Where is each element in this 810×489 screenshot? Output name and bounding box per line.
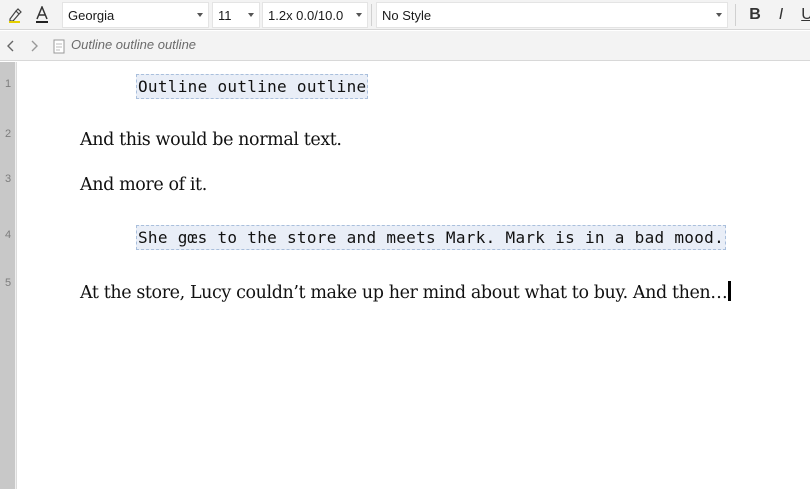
paragraph-text: At the store, Lucy couldn’t make up her …	[80, 283, 728, 303]
outline-line[interactable]: Outline outline outline	[136, 74, 369, 99]
toolbar-divider	[735, 4, 736, 26]
line-number: 3	[5, 173, 12, 185]
formatting-toolbar: Georgia 11 1.2x 0.0/10.0 No Style B I U	[0, 0, 810, 30]
outline-text: Outline outline outline	[138, 77, 367, 96]
paragraph[interactable]: And more of it.	[80, 175, 207, 195]
chevron-right-icon[interactable]	[25, 36, 43, 56]
outline-line[interactable]: She gœs to the store and meets Mark. Mar…	[136, 225, 727, 250]
line-number-gutter: 1 2 3 4 5	[0, 62, 17, 489]
line-spacing-select[interactable]: 1.2x 0.0/10.0	[262, 2, 368, 28]
chevron-left-icon[interactable]	[2, 36, 20, 56]
text-color-icon[interactable]	[29, 3, 55, 27]
highlighter-icon[interactable]	[2, 3, 28, 27]
chevron-down-icon	[351, 13, 367, 17]
breadcrumb[interactable]: Outline outline outline	[71, 37, 196, 52]
line-number: 2	[5, 128, 12, 140]
chevron-down-icon	[243, 13, 259, 17]
line-number: 4	[5, 229, 12, 241]
underline-button[interactable]: U	[796, 4, 810, 26]
line-spacing-value: 1.2x 0.0/10.0	[268, 7, 344, 23]
document-icon	[50, 36, 68, 56]
line-number: 5	[5, 277, 12, 289]
font-size-value: 11	[218, 7, 232, 23]
bold-button[interactable]: B	[744, 4, 766, 26]
chevron-down-icon	[711, 13, 727, 17]
gutter-track	[0, 62, 15, 489]
paragraph-style-select[interactable]: No Style	[376, 2, 728, 28]
chevron-down-icon	[192, 13, 208, 17]
italic-button[interactable]: I	[770, 4, 792, 26]
font-family-value: Georgia	[68, 7, 115, 23]
paragraph-style-value: No Style	[382, 7, 432, 23]
paragraph[interactable]: And this would be normal text.	[80, 130, 342, 150]
font-size-select[interactable]: 11	[212, 2, 260, 28]
paragraph[interactable]: At the store, Lucy couldn’t make up her …	[80, 281, 732, 303]
text-editor[interactable]: Outline outline outline And this would b…	[18, 62, 810, 489]
font-family-select[interactable]: Georgia	[62, 2, 209, 28]
text-cursor	[728, 281, 732, 301]
toolbar-divider	[371, 4, 372, 26]
line-number: 1	[5, 78, 12, 90]
outline-text: She gœs to the store and meets Mark. Mar…	[138, 228, 725, 247]
navigation-bar: Outline outline outline	[0, 31, 810, 61]
